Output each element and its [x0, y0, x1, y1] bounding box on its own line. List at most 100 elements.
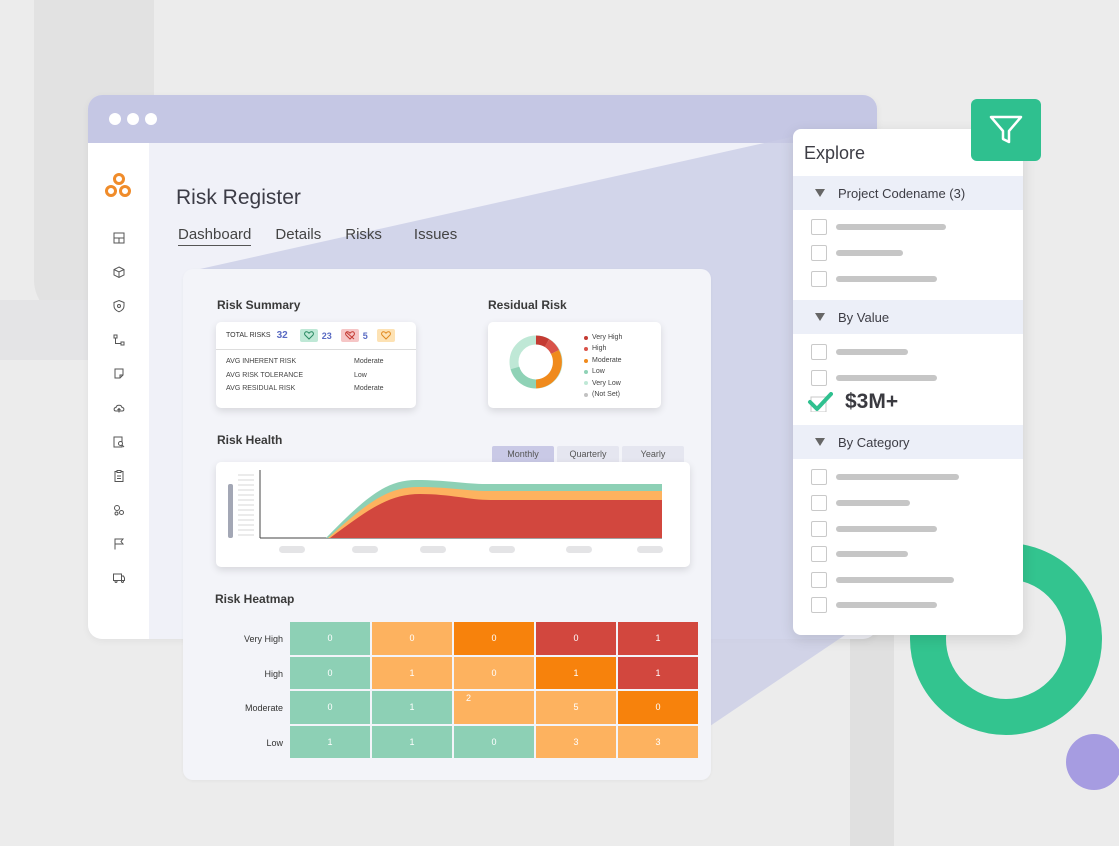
placeholder-label	[836, 526, 937, 532]
tab-details[interactable]: Details	[275, 226, 321, 246]
legend-swatch	[584, 335, 588, 340]
filter-option[interactable]	[811, 271, 937, 287]
filter-option[interactable]	[811, 546, 908, 562]
tab-dashboard[interactable]: Dashboard	[178, 226, 252, 246]
summary-row: AVG RESIDUAL RISK Moderate	[226, 385, 406, 399]
placeholder-label	[836, 224, 946, 230]
heatmap-cell[interactable]: 3	[536, 725, 616, 758]
filter-option[interactable]	[811, 344, 908, 360]
checkbox[interactable]	[811, 370, 827, 386]
flag-note-icon[interactable]	[112, 367, 126, 381]
caret-down-icon	[815, 438, 825, 446]
checkbox[interactable]	[811, 219, 827, 235]
heatmap-cell[interactable]: 5	[536, 691, 616, 724]
risk-summary-title: Risk Summary	[217, 298, 301, 312]
checkbox[interactable]	[811, 344, 827, 360]
placeholder-label	[836, 551, 908, 557]
heatmap-cell[interactable]: 1	[618, 656, 698, 689]
heatmap-row-label: Low	[266, 737, 283, 748]
heatmap-cell[interactable]: 3	[618, 725, 698, 758]
summary-row-value: Moderate	[354, 385, 384, 392]
heatmap-cell[interactable]: 1	[536, 656, 616, 689]
filter-option[interactable]	[811, 495, 910, 511]
truck-icon[interactable]	[112, 571, 126, 585]
placeholder-label	[836, 349, 908, 355]
checkbox[interactable]	[811, 469, 827, 485]
legend-item: High	[584, 343, 622, 354]
filter-option[interactable]	[811, 469, 959, 485]
checkbox[interactable]	[811, 271, 827, 287]
heatmap-cell[interactable]: 1	[618, 622, 698, 655]
filter-option[interactable]	[811, 597, 937, 613]
placeholder-label	[836, 250, 903, 256]
filter-group-project-codename[interactable]: Project Codename (3)	[793, 176, 1023, 210]
heatmap-cell[interactable]: 1	[372, 656, 452, 689]
heatmap-cell[interactable]: 0	[536, 622, 616, 655]
cloud-upload-icon[interactable]	[112, 401, 126, 415]
shield-icon[interactable]	[112, 299, 126, 313]
tab-risks[interactable]: Risks	[345, 226, 382, 246]
clipboard-icon[interactable]	[112, 469, 126, 483]
legend-label: (Not Set)	[592, 391, 621, 399]
checkbox[interactable]	[811, 245, 827, 261]
filter-button[interactable]	[971, 99, 1041, 161]
flag-icon[interactable]	[112, 537, 126, 551]
checkbox[interactable]	[811, 495, 827, 511]
legend-item: Very High	[584, 332, 622, 343]
placeholder-label	[836, 375, 937, 381]
heatmap-row-label: Very High	[243, 634, 283, 644]
window-dot[interactable]	[127, 113, 139, 125]
settings-group-icon[interactable]	[112, 503, 126, 517]
filter-option[interactable]	[811, 219, 946, 235]
heatmap-cell[interactable]: 1	[372, 725, 452, 758]
heatmap-cell[interactable]: 1	[290, 725, 370, 758]
checkmark-icon[interactable]	[807, 392, 833, 412]
summary-row-label: AVG RESIDUAL RISK	[226, 385, 296, 392]
heatmap-cell[interactable]: 0	[454, 656, 534, 689]
tab-issues[interactable]: Issues	[414, 226, 457, 246]
heatmap-cell[interactable]: 0	[454, 725, 534, 758]
tab-quarterly[interactable]: Quarterly	[557, 446, 619, 462]
layout-icon[interactable]	[112, 231, 126, 245]
filter-option[interactable]	[811, 245, 903, 261]
search-doc-icon[interactable]	[112, 435, 126, 449]
window-dot[interactable]	[145, 113, 157, 125]
tab-monthly[interactable]: Monthly	[492, 446, 554, 462]
placeholder-label	[836, 276, 937, 282]
heatmap-cell[interactable]: 2	[454, 691, 534, 724]
heatmap-cell[interactable]: 0	[290, 656, 370, 689]
window-dot[interactable]	[109, 113, 121, 125]
checkbox[interactable]	[811, 546, 827, 562]
heatmap-cell[interactable]: 0	[290, 691, 370, 724]
heatmap-cell[interactable]: 0	[454, 622, 534, 655]
donut-segment-very-high	[535, 335, 550, 348]
filter-option[interactable]	[811, 572, 954, 588]
checkbox[interactable]	[811, 521, 827, 537]
tab-yearly[interactable]: Yearly	[622, 446, 684, 462]
broken-heart-icon	[340, 329, 359, 342]
residual-risk-panel: Very High High Moderate Low Very Low (No…	[488, 322, 661, 408]
explore-panel: Explore Project Codename (3) By Value $3…	[793, 129, 1023, 635]
heatmap-cell[interactable]: 0	[290, 622, 370, 655]
filter-group-label: By Value	[838, 309, 890, 325]
filter-option[interactable]	[811, 521, 937, 537]
legend-item: (Not Set)	[584, 389, 622, 400]
legend-label: Very High	[592, 334, 623, 341]
heatmap-cell[interactable]: 1	[372, 691, 452, 724]
selected-value-label: $3M+	[845, 390, 899, 413]
heart-outline-icon	[376, 329, 395, 342]
heatmap-cell[interactable]: 0	[618, 691, 698, 724]
filter-group-by-value[interactable]: By Value	[793, 300, 1023, 334]
box-icon[interactable]	[112, 265, 126, 279]
checkbox[interactable]	[811, 572, 827, 588]
legend-swatch	[584, 369, 588, 374]
filter-option-selected[interactable]: $3M+	[807, 390, 898, 414]
checkbox[interactable]	[811, 597, 827, 613]
x-axis-labels	[279, 546, 663, 553]
filter-option[interactable]	[811, 370, 937, 386]
unhealthy-count: 5	[362, 330, 368, 341]
heatmap-cell[interactable]: 0	[372, 622, 452, 655]
filter-group-by-category[interactable]: By Category	[793, 425, 1023, 459]
workflow-icon[interactable]	[112, 333, 126, 347]
app-logo[interactable]	[104, 173, 133, 203]
